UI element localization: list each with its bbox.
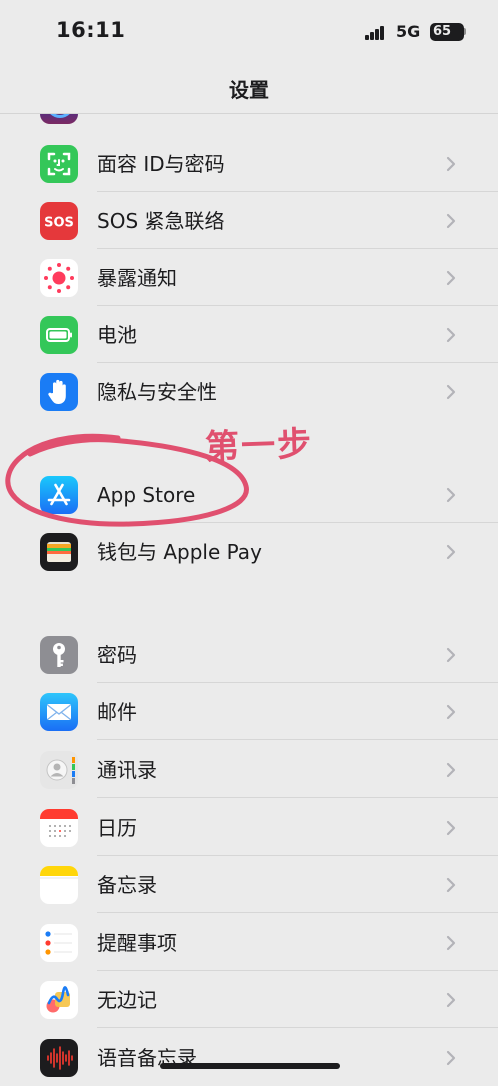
row-divider bbox=[97, 248, 498, 249]
settings-row-notes[interactable]: 备忘录 bbox=[0, 857, 498, 913]
settings-row-label: 隐私与安全性 bbox=[97, 380, 217, 404]
settings-row-privacy[interactable]: 隐私与安全性 bbox=[0, 364, 498, 420]
hand-icon bbox=[40, 373, 78, 411]
chevron-right-icon bbox=[446, 213, 456, 229]
contacts-icon bbox=[40, 751, 78, 789]
chevron-right-icon bbox=[446, 487, 456, 503]
reminders-icon bbox=[40, 924, 78, 962]
settings-row-voice-memos[interactable]: 语音备忘录 bbox=[0, 1030, 498, 1086]
settings-row-exposure[interactable]: 暴露通知 bbox=[0, 250, 498, 306]
notes-icon bbox=[40, 866, 78, 904]
network-type: 5G bbox=[396, 22, 421, 41]
row-divider bbox=[97, 855, 498, 856]
settings-row-label: 暴露通知 bbox=[97, 266, 177, 290]
chevron-right-icon bbox=[446, 384, 456, 400]
page-title: 设置 bbox=[229, 78, 269, 102]
home-indicator[interactable] bbox=[160, 1063, 340, 1069]
status-time: 16:11 bbox=[56, 18, 126, 42]
row-divider bbox=[97, 970, 498, 971]
row-divider bbox=[97, 191, 498, 192]
settings-row-label: 面容 ID与密码 bbox=[97, 152, 225, 176]
settings-row-freeform[interactable]: 无边记 bbox=[0, 972, 498, 1028]
svg-text:SOS: SOS bbox=[44, 216, 74, 231]
battery-icon bbox=[40, 316, 78, 354]
chevron-right-icon bbox=[446, 647, 456, 663]
exposure-notification-icon bbox=[40, 259, 78, 297]
row-divider bbox=[97, 912, 498, 913]
settings-row-passwords[interactable]: 密码 bbox=[0, 627, 498, 683]
row-divider bbox=[97, 739, 498, 740]
annotation-step-label: 第一步 bbox=[204, 424, 314, 468]
row-divider bbox=[97, 362, 498, 363]
key-icon bbox=[40, 636, 78, 674]
chevron-right-icon bbox=[446, 270, 456, 286]
settings-row-label: 语音备忘录 bbox=[97, 1046, 197, 1070]
row-divider bbox=[97, 1027, 498, 1028]
chevron-right-icon bbox=[446, 820, 456, 836]
settings-row-battery[interactable]: 电池 bbox=[0, 307, 498, 363]
settings-row-reminders[interactable]: 提醒事项 bbox=[0, 915, 498, 971]
settings-row-label: 备忘录 bbox=[97, 873, 157, 897]
settings-row-label: 通讯录 bbox=[97, 758, 157, 782]
battery-tip-icon bbox=[464, 28, 466, 35]
chevron-right-icon bbox=[446, 992, 456, 1008]
settings-row-label: 提醒事项 bbox=[97, 931, 177, 955]
row-divider bbox=[97, 305, 498, 306]
cellular-signal-icon bbox=[365, 26, 385, 40]
settings-row-sos[interactable]: SOS SOS 紧急联络 bbox=[0, 193, 498, 249]
row-divider bbox=[97, 682, 498, 683]
freeform-icon bbox=[40, 981, 78, 1019]
chevron-right-icon bbox=[446, 704, 456, 720]
settings-row-contacts[interactable]: 通讯录 bbox=[0, 742, 498, 798]
chevron-right-icon bbox=[446, 762, 456, 778]
chevron-right-icon bbox=[446, 935, 456, 951]
face-id-icon bbox=[40, 145, 78, 183]
battery-indicator: 65 bbox=[430, 23, 464, 41]
nav-divider bbox=[0, 113, 498, 114]
settings-row-face-id[interactable]: 面容 ID与密码 bbox=[0, 136, 498, 192]
settings-row-label: 邮件 bbox=[97, 700, 137, 724]
settings-row-label: 日历 bbox=[97, 816, 137, 840]
settings-row-label: 密码 bbox=[97, 643, 137, 667]
settings-row-label: 无边记 bbox=[97, 988, 157, 1012]
battery-level: 65 bbox=[433, 24, 452, 39]
settings-row-label: SOS 紧急联络 bbox=[97, 209, 225, 233]
settings-row-label: 电池 bbox=[97, 323, 137, 347]
settings-row-mail[interactable]: 邮件 bbox=[0, 684, 498, 740]
row-divider bbox=[97, 797, 498, 798]
chevron-right-icon bbox=[446, 544, 456, 560]
calendar-icon bbox=[40, 809, 78, 847]
chevron-right-icon bbox=[446, 877, 456, 893]
chevron-right-icon bbox=[446, 156, 456, 172]
chevron-right-icon bbox=[446, 1050, 456, 1066]
mail-icon bbox=[40, 693, 78, 731]
chevron-right-icon bbox=[446, 327, 456, 343]
settings-row-calendar[interactable]: 日历 bbox=[0, 800, 498, 856]
voice-memos-icon bbox=[40, 1039, 78, 1077]
status-bar: 16:11 5G 65 bbox=[0, 0, 498, 62]
sos-icon: SOS bbox=[40, 202, 78, 240]
